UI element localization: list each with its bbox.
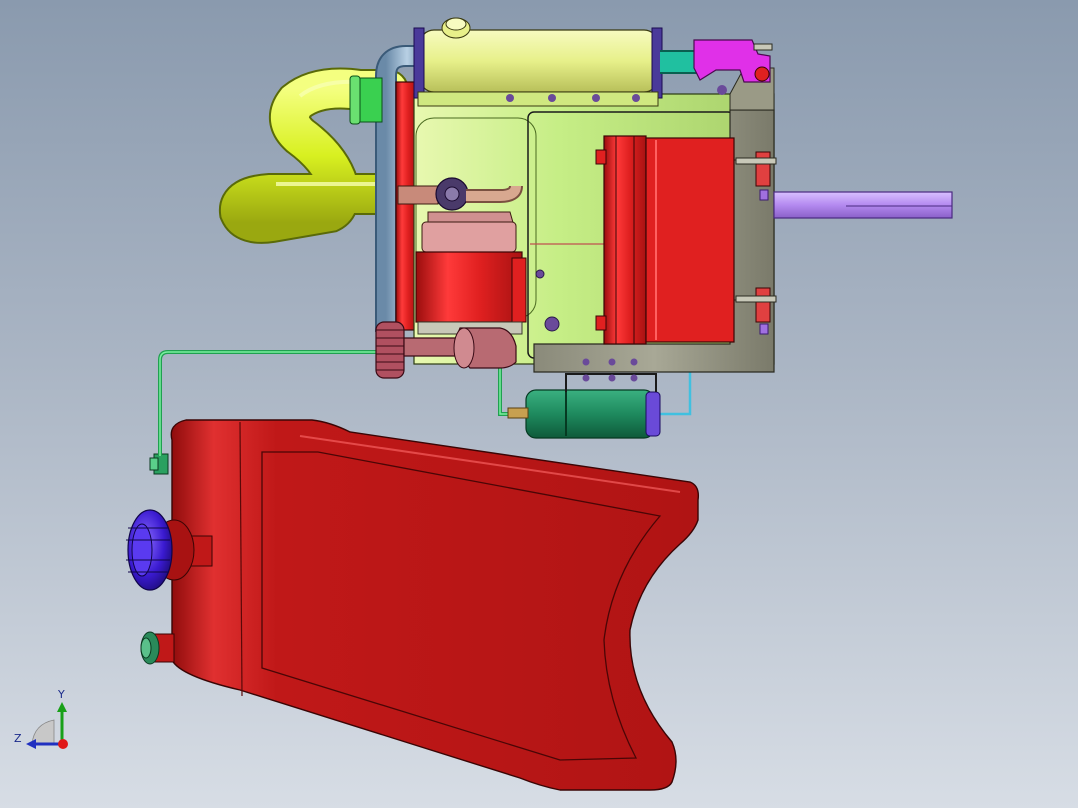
fuel-tank-outlet-fitting[interactable] [149, 453, 169, 475]
fuel-tank-drain-fitting[interactable] [140, 631, 175, 665]
muffler[interactable] [413, 17, 663, 107]
fuel-tank[interactable] [126, 419, 700, 791]
z-axis-label: Z [14, 732, 22, 745]
fuel-filter[interactable] [507, 373, 661, 439]
x-axis-icon [58, 739, 68, 749]
cad-viewport[interactable]: Y Z [0, 0, 1078, 808]
air-filter-housing[interactable] [415, 221, 527, 335]
fuel-tank-body[interactable] [170, 419, 700, 791]
output-shaft[interactable] [773, 191, 953, 219]
engine-mounting-flange[interactable] [395, 81, 417, 331]
y-axis-label: Y [57, 688, 65, 701]
engine-assembly-model[interactable] [0, 0, 1078, 808]
coordinate-triad[interactable]: Y Z [10, 684, 80, 754]
